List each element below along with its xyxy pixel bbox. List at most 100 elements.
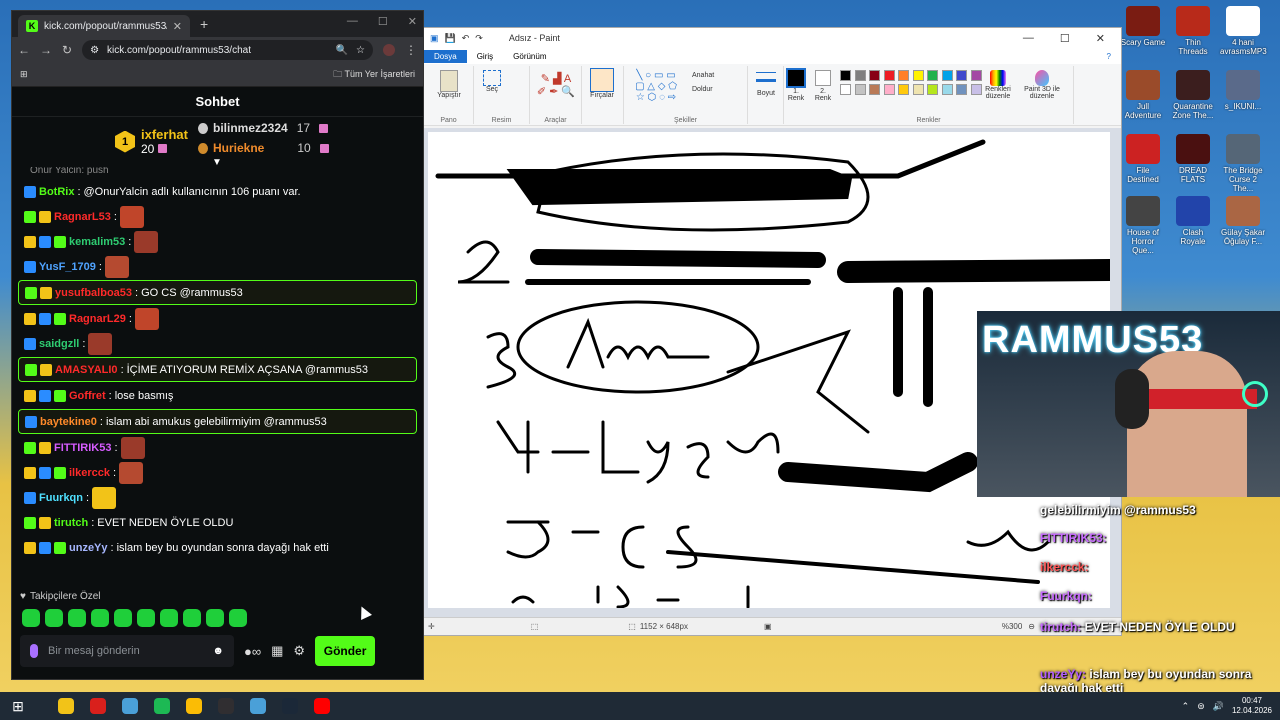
quick-emote-icon[interactable]: [68, 609, 86, 627]
palette-swatch[interactable]: [854, 84, 866, 95]
palette-swatch[interactable]: [956, 70, 967, 81]
new-tab-icon[interactable]: +: [200, 16, 208, 32]
quick-emote-icon[interactable]: [91, 609, 109, 627]
palette-swatch[interactable]: [869, 70, 880, 81]
tray-expand-icon[interactable]: ⌃: [1182, 701, 1190, 712]
tab-close-icon[interactable]: ✕: [173, 20, 182, 33]
second-name[interactable]: bilinmez2324: [213, 121, 288, 135]
desktop-icon[interactable]: 4 hani avrasmsMP3: [1220, 6, 1267, 56]
chat-username[interactable]: FITTIRIK53: [54, 442, 111, 454]
obs-icon[interactable]: [214, 695, 238, 717]
menu-icon[interactable]: ⋮: [405, 43, 417, 57]
chat-username[interactable]: saidgzll: [39, 338, 79, 350]
desktop-icon[interactable]: DREAD FLATS: [1170, 134, 1216, 184]
desktop-icon[interactable]: Scary Game: [1120, 6, 1166, 47]
palette-swatch[interactable]: [941, 84, 953, 95]
outline-button[interactable]: Anahat: [692, 72, 714, 79]
chat-username[interactable]: Fuurkqn: [39, 492, 83, 504]
store-icon[interactable]: ▦: [271, 643, 283, 659]
chat-username[interactable]: BotRix: [39, 186, 74, 198]
youtube-icon[interactable]: [310, 695, 334, 717]
chat-username[interactable]: Goffret: [69, 390, 106, 402]
color2-button[interactable]: 2. Renk: [811, 68, 835, 102]
size-button[interactable]: Boyut: [752, 72, 780, 97]
palette-swatch[interactable]: [912, 70, 924, 81]
desktop-icon[interactable]: Quarantine Zone The...: [1170, 70, 1216, 120]
leader-name[interactable]: ixferhat: [141, 127, 188, 142]
maximize-button[interactable]: ☐: [378, 15, 388, 28]
palette-swatch[interactable]: [869, 84, 880, 95]
minimize-button[interactable]: —: [347, 15, 358, 28]
color1-button[interactable]: 1. Renk: [784, 68, 808, 102]
menu-home[interactable]: Giriş: [467, 50, 503, 63]
edit-colors-button[interactable]: Renkleri düzenle: [982, 70, 1014, 100]
chat-username[interactable]: ilkercck: [69, 467, 110, 479]
palette-swatch[interactable]: [927, 70, 938, 81]
windows-icon[interactable]: ⊞: [6, 695, 30, 717]
star-icon[interactable]: ☆: [356, 45, 365, 56]
tools-icons[interactable]: ✎ ▟ A ✐ ✒ 🔍: [536, 72, 576, 98]
palette-swatch[interactable]: [970, 70, 982, 81]
maximize-button[interactable]: ☐: [1060, 32, 1070, 45]
close-button[interactable]: ✕: [408, 15, 417, 28]
apps-icon[interactable]: ⊞: [20, 69, 28, 80]
redo-icon[interactable]: ↷: [475, 33, 483, 44]
clock[interactable]: 00:47 12.04.2026: [1232, 696, 1272, 716]
quick-emote-icon[interactable]: [22, 609, 40, 627]
chat-username[interactable]: RagnarL53: [54, 211, 111, 223]
quick-emote-icon[interactable]: [114, 609, 132, 627]
chat-username[interactable]: baytekine0: [40, 416, 97, 428]
help-icon[interactable]: ?: [1097, 50, 1121, 63]
desktop-icon[interactable]: House of Horror Que...: [1120, 196, 1166, 255]
palette-swatch[interactable]: [956, 84, 967, 95]
vibrant-icon[interactable]: [86, 695, 110, 717]
palette-swatch[interactable]: [898, 84, 909, 95]
chat-username[interactable]: YusF_1709: [39, 261, 96, 273]
chat-username[interactable]: tirutch: [54, 517, 88, 529]
palette-swatch[interactable]: [840, 84, 851, 95]
chat-username[interactable]: unzeYy: [69, 542, 108, 554]
paint3d-button[interactable]: Paint 3D ile düzenle: [1020, 70, 1064, 100]
emoji-icon[interactable]: ☻: [212, 645, 224, 657]
chrome-icon[interactable]: [182, 695, 206, 717]
close-button[interactable]: ✕: [1096, 32, 1105, 45]
profile-icon[interactable]: [383, 44, 395, 56]
undo-icon[interactable]: ↶: [462, 33, 470, 44]
menu-view[interactable]: Görünüm: [503, 50, 556, 63]
address-bar[interactable]: ⚙ kick.com/popout/rammus53/chat 🔍 ☆: [82, 40, 373, 60]
desktop-icon[interactable]: Gülay Şakar Öğulay F...: [1220, 196, 1266, 246]
chat-input[interactable]: Bir mesaj gönderin ☻: [20, 635, 234, 667]
chat-username[interactable]: yusufbalboa53: [55, 287, 132, 299]
spotify-icon[interactable]: [150, 695, 174, 717]
all-bookmarks[interactable]: 🗀 Tüm Yer İşaretleri: [333, 67, 415, 83]
desktop-icon[interactable]: File Destined: [1120, 134, 1166, 184]
steam-icon[interactable]: [118, 695, 142, 717]
back-icon[interactable]: ←: [18, 43, 30, 57]
palette-swatch[interactable]: [854, 70, 866, 81]
channel-points-icon[interactable]: ●∞: [244, 644, 261, 659]
quick-emote-icon[interactable]: [160, 609, 178, 627]
paint-icon[interactable]: [246, 695, 270, 717]
minimize-button[interactable]: —: [1023, 32, 1034, 45]
zoom-out-button[interactable]: ⊖: [1028, 622, 1035, 631]
select-button[interactable]: Seç: [480, 70, 504, 93]
settings-icon[interactable]: ⚙: [293, 643, 305, 659]
volume-icon[interactable]: 🔊: [1213, 701, 1224, 712]
quick-emote-icon[interactable]: [183, 609, 201, 627]
third-name[interactable]: Huriekne: [213, 141, 264, 155]
send-button[interactable]: Gönder: [315, 636, 376, 666]
steam-icon[interactable]: [278, 695, 302, 717]
menu-file[interactable]: Dosya: [424, 49, 467, 63]
palette-swatch[interactable]: [912, 84, 924, 95]
desktop-icon[interactable]: The Bridge Curse 2 The...: [1220, 134, 1266, 193]
folder-icon[interactable]: [54, 695, 78, 717]
browser-tab[interactable]: K kick.com/popout/rammus53/ch ✕: [18, 15, 190, 37]
chat-username[interactable]: kemalim53: [69, 236, 125, 248]
shapes-gallery[interactable]: ╲ ○ ▭ ▭ ▢ △ ◇ ⬠ ☆ ⬡ ◌ ⇨: [626, 70, 686, 103]
chat-username[interactable]: AMASYALI0: [55, 364, 118, 376]
network-icon[interactable]: ⊜: [1197, 701, 1205, 712]
fill-button[interactable]: Doldur: [692, 86, 713, 93]
quick-emote-icon[interactable]: [206, 609, 224, 627]
brushes-button[interactable]: Fırçalar: [587, 68, 617, 99]
forward-icon[interactable]: →: [40, 43, 52, 57]
